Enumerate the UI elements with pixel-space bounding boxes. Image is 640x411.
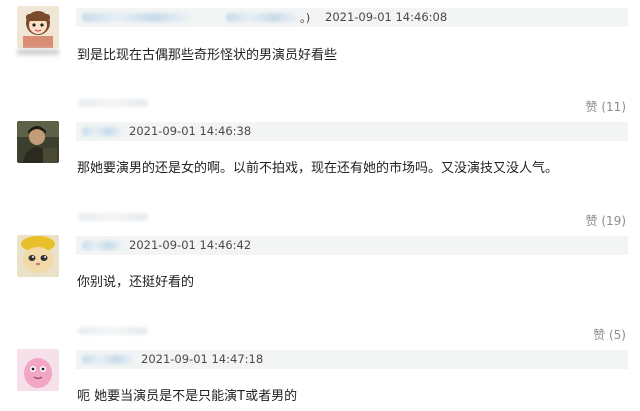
comment-meta-bar: 2021-09-01 14:46:42 [76, 236, 628, 255]
reply-preview-blurred [78, 213, 148, 221]
like-button[interactable]: 赞 (5) [593, 326, 626, 343]
like-button[interactable]: 赞 (19) [586, 212, 626, 229]
comment-meta-bar: 2021-09-01 14:46:38 [76, 122, 628, 141]
comment-meta-bar: 2021-09-01 14:47:18 [76, 350, 628, 369]
comment-text: 到是比现在古偶那些奇形怪状的男演员好看些 [77, 48, 338, 63]
username-blurred[interactable] [226, 13, 298, 22]
username-blurred[interactable] [82, 127, 122, 136]
comment-timestamp: 2021-09-01 14:46:08 [325, 10, 448, 24]
username-blurred[interactable] [82, 13, 190, 22]
username-blurred[interactable] [82, 355, 134, 364]
name-suffix: 。) [300, 11, 311, 25]
comment-text: 你别说，还挺好看的 [77, 275, 195, 290]
avatar-shadow-strip [17, 49, 59, 55]
person-photo-avatar[interactable] [17, 121, 59, 163]
reply-preview-blurred [78, 327, 148, 335]
comment-timestamp: 2021-09-01 14:47:18 [141, 352, 264, 366]
cartoon-girl-avatar[interactable] [17, 6, 59, 48]
username-blurred[interactable] [82, 241, 122, 250]
yellow-cat-avatar[interactable] [17, 235, 59, 277]
comment-text: 呃 她要当演员是不是只能演T或者男的 [77, 389, 298, 404]
comment-meta-bar: 。) 2021-09-01 14:46:08 [76, 8, 628, 27]
comment-timestamp: 2021-09-01 14:46:38 [129, 124, 252, 138]
reply-preview-blurred [78, 99, 148, 107]
comment-text: 那她要演男的还是女的啊。以前不拍戏，现在还有她的市场吗。又没演技又没人气。 [77, 161, 559, 176]
like-button[interactable]: 赞 (11) [586, 98, 626, 115]
pink-cartoon-avatar[interactable] [17, 349, 59, 391]
comment-timestamp: 2021-09-01 14:46:42 [129, 238, 252, 252]
